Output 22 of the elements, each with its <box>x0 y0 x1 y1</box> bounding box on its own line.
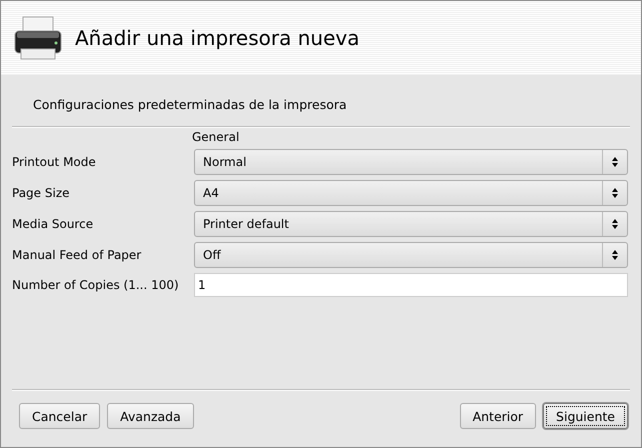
dropdown[interactable]: Off <box>194 242 628 268</box>
button[interactable]: Anterior <box>460 403 536 429</box>
button[interactable]: Cancelar <box>19 403 100 429</box>
input-field[interactable]: 1 <box>194 273 628 297</box>
spinner-arrows-icon <box>611 218 619 230</box>
option-label: Media Source <box>12 217 94 231</box>
dropdown[interactable]: Normal <box>194 149 628 175</box>
spinner-arrows-icon <box>611 249 619 261</box>
dropdown[interactable]: A4 <box>194 180 628 206</box>
option-label: Printout Mode <box>12 155 97 169</box>
option-label: Page Size <box>12 186 70 200</box>
spinner-arrows-icon <box>611 187 619 199</box>
option-label: Number of Copies (1... 100) <box>12 278 180 292</box>
button[interactable]: Avanzada <box>107 403 194 429</box>
option-label: Manual Feed of Paper <box>12 248 142 262</box>
button[interactable]: Siguiente <box>543 403 628 429</box>
subtitle: Configuraciones predeterminadas de la impresora <box>33 97 348 112</box>
window-title: Añadir una impresora nueva <box>75 26 360 50</box>
spinner-arrows-icon <box>611 156 619 168</box>
printer-icon <box>13 15 63 61</box>
section-heading: General <box>194 130 240 144</box>
dropdown[interactable]: Printer default <box>194 211 628 237</box>
